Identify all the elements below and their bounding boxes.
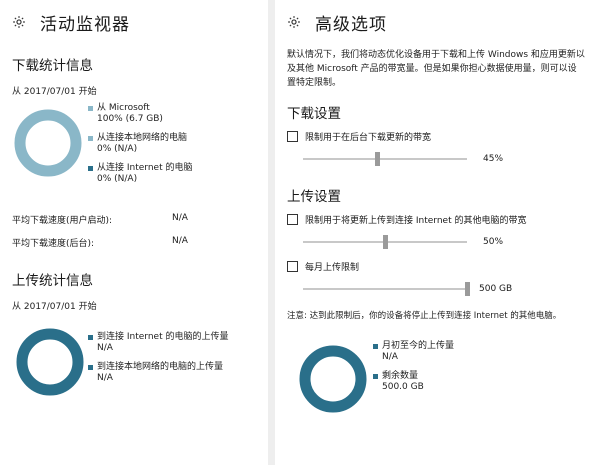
legend-swatch bbox=[88, 335, 93, 340]
legend-label: 从 Microsoft bbox=[97, 103, 150, 113]
avg-speed-bg-value: N/A bbox=[172, 236, 188, 246]
monthly-limit-slider[interactable] bbox=[303, 288, 467, 290]
download-donut bbox=[14, 109, 82, 177]
legend-swatch bbox=[373, 374, 378, 379]
avg-speed-user-value: N/A bbox=[172, 213, 188, 223]
avg-speed-bg-label: 平均下载速度(后台): bbox=[12, 239, 95, 249]
download-chart: 从 Microsoft 100% (6.7 GB) 从连接本地网络的电脑 0% … bbox=[12, 103, 256, 203]
legend-item: 从连接 Internet 的电脑 0% (N/A) bbox=[88, 163, 258, 185]
legend-item: 月初至今的上传量 N/A bbox=[373, 341, 543, 363]
monthly-upload-donut bbox=[299, 345, 367, 413]
upload-bandwidth-slider-thumb[interactable] bbox=[383, 235, 388, 249]
legend-value: N/A bbox=[97, 343, 113, 353]
upload-stats-title: 上传统计信息 bbox=[12, 273, 93, 289]
download-bandwidth-slider[interactable] bbox=[303, 158, 467, 160]
legend-value: 500.0 GB bbox=[382, 382, 424, 392]
monthly-limit-slider-row: 500 GB bbox=[287, 279, 585, 299]
monthly-upload-limit-checkbox[interactable] bbox=[287, 261, 298, 272]
upload-since: 从 2017/07/01 开始 bbox=[12, 302, 97, 312]
download-bandwidth-value: 45% bbox=[483, 154, 504, 164]
advanced-options-panel: 高级选项 默认情况下，我们将动态优化设备用于下载和上传 Windows 和应用更… bbox=[275, 0, 597, 465]
advanced-header: 高级选项 bbox=[287, 0, 585, 44]
legend-swatch bbox=[88, 166, 93, 171]
download-bandwidth-slider-thumb[interactable] bbox=[374, 152, 380, 166]
upload-donut bbox=[16, 328, 84, 396]
download-stats-title: 下载统计信息 bbox=[12, 58, 93, 74]
legend-item: 到连接 Internet 的电脑的上传量 N/A bbox=[88, 332, 258, 354]
gear-icon bbox=[12, 15, 26, 29]
legend-swatch bbox=[373, 344, 378, 349]
legend-label: 到连接本地网络的电脑的上传量 bbox=[97, 362, 224, 372]
legend-value: 100% (6.7 GB) bbox=[97, 114, 163, 124]
legend-value: 0% (N/A) bbox=[97, 174, 138, 184]
legend-swatch bbox=[88, 365, 93, 370]
legend-item: 剩余数量 500.0 GB bbox=[373, 371, 543, 393]
gear-icon bbox=[287, 15, 301, 29]
advanced-description: 默认情况下，我们将动态优化设备用于下载和上传 Windows 和应用更新以及其他… bbox=[287, 50, 585, 88]
legend-swatch bbox=[88, 136, 93, 141]
legend-value: 0% (N/A) bbox=[97, 144, 138, 154]
monthly-upload-limit-label: 每月上传限制 bbox=[305, 263, 360, 273]
legend-label: 剩余数量 bbox=[382, 371, 419, 381]
monthly-upload-legend: 月初至今的上传量 N/A 剩余数量 500.0 GB bbox=[373, 341, 543, 401]
legend-item: 从 Microsoft 100% (6.7 GB) bbox=[88, 103, 258, 125]
legend-item: 从连接本地网络的电脑 0% (N/A) bbox=[88, 133, 258, 155]
upload-limit-note: 注意: 达到此限制后，你的设备将停止上传到连接 Internet 的其他电脑。 bbox=[287, 311, 562, 321]
upload-legend: 到连接 Internet 的电脑的上传量 N/A 到连接本地网络的电脑的上传量 … bbox=[88, 332, 258, 392]
monthly-upload-limit-row[interactable]: 每月上传限制 bbox=[287, 260, 585, 273]
activity-title: 活动监视器 bbox=[40, 14, 130, 35]
monthly-limit-slider-thumb[interactable] bbox=[465, 282, 470, 296]
limit-download-bandwidth-checkbox[interactable] bbox=[287, 131, 298, 142]
legend-label: 月初至今的上传量 bbox=[382, 341, 455, 351]
upload-bandwidth-value: 50% bbox=[483, 237, 504, 247]
upload-bandwidth-slider-row: 50% bbox=[287, 232, 585, 252]
activity-monitor-panel: 活动监视器 下载统计信息 从 2017/07/01 开始 从 Microsoft… bbox=[0, 0, 268, 465]
limit-download-bandwidth-row[interactable]: 限制用于在后台下载更新的带宽 bbox=[287, 130, 585, 143]
legend-label: 从连接 Internet 的电脑 bbox=[97, 163, 193, 173]
limit-upload-bandwidth-checkbox[interactable] bbox=[287, 214, 298, 225]
legend-label: 从连接本地网络的电脑 bbox=[97, 133, 188, 143]
advanced-title: 高级选项 bbox=[315, 14, 387, 35]
legend-swatch bbox=[88, 106, 93, 111]
monthly-upload-chart: 月初至今的上传量 N/A 剩余数量 500.0 GB bbox=[287, 335, 585, 425]
upload-chart: 到连接 Internet 的电脑的上传量 N/A 到连接本地网络的电脑的上传量 … bbox=[12, 320, 256, 400]
monthly-limit-value: 500 GB bbox=[479, 284, 513, 294]
download-since: 从 2017/07/01 开始 bbox=[12, 87, 97, 97]
legend-item: 到连接本地网络的电脑的上传量 N/A bbox=[88, 362, 258, 384]
avg-speed-user-row: 平均下载速度(用户启动): N/A bbox=[12, 213, 256, 226]
limit-upload-bandwidth-row[interactable]: 限制用于将更新上传到连接 Internet 的其他电脑的带宽 bbox=[287, 213, 585, 226]
avg-speed-user-label: 平均下载速度(用户启动): bbox=[12, 216, 113, 226]
upload-settings-title: 上传设置 bbox=[287, 189, 341, 205]
legend-label: 到连接 Internet 的电脑的上传量 bbox=[97, 332, 229, 342]
activity-header: 活动监视器 bbox=[12, 0, 256, 44]
download-legend: 从 Microsoft 100% (6.7 GB) 从连接本地网络的电脑 0% … bbox=[88, 103, 258, 193]
legend-value: N/A bbox=[97, 373, 113, 383]
download-settings-title: 下载设置 bbox=[287, 106, 341, 122]
limit-upload-bandwidth-label: 限制用于将更新上传到连接 Internet 的其他电脑的带宽 bbox=[305, 216, 527, 226]
limit-download-bandwidth-label: 限制用于在后台下载更新的带宽 bbox=[305, 133, 432, 143]
avg-speed-bg-row: 平均下载速度(后台): N/A bbox=[12, 236, 256, 249]
download-bandwidth-slider-row: 45% bbox=[287, 149, 585, 169]
legend-value: N/A bbox=[382, 352, 398, 362]
